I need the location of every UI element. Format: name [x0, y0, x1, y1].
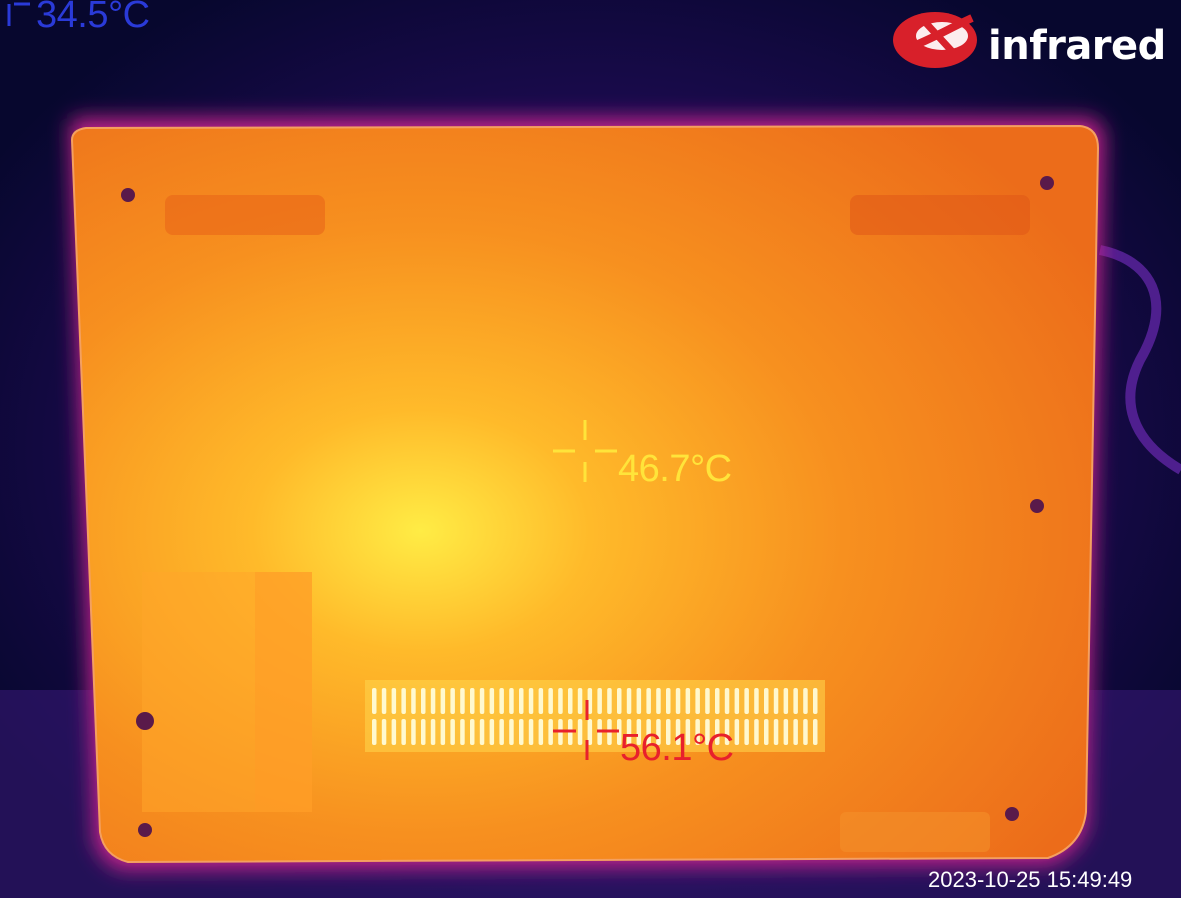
vent-slot: [548, 719, 553, 745]
vent-slot: [372, 688, 377, 714]
vent-slot: [813, 688, 818, 714]
vent-slot: [734, 688, 740, 714]
vent-slot: [685, 688, 691, 714]
vent-slot: [391, 719, 397, 745]
rubber-foot-bottom-right: [840, 812, 990, 852]
vent-slot: [793, 719, 798, 745]
max-temperature-label: 56.1°C: [620, 727, 734, 769]
vent-slot: [695, 688, 700, 714]
vent-slot: [558, 688, 563, 714]
vent-slot: [715, 688, 720, 714]
vent-slot: [538, 719, 544, 745]
vent-slot: [705, 688, 710, 714]
vent-slot: [577, 688, 583, 714]
vent-slot: [803, 688, 808, 714]
screw: [1040, 176, 1054, 190]
vent-slot: [675, 688, 681, 714]
screw: [138, 823, 152, 837]
vent-slot: [489, 719, 495, 745]
vent-slot: [773, 719, 779, 745]
min-temperature-label: 34.5°C: [36, 0, 150, 36]
vent-slot: [479, 719, 485, 745]
brand-name: infrared: [988, 23, 1166, 69]
center-temperature-label: 46.7°C: [618, 448, 732, 490]
vent-slot: [372, 719, 377, 745]
vent-slot: [460, 719, 465, 745]
vent-slot: [391, 688, 397, 714]
vent-slot: [440, 719, 446, 745]
vent-slot: [421, 688, 426, 714]
vent-slot: [617, 688, 622, 714]
infrared-logo-icon: [893, 12, 977, 68]
vent-slot: [440, 688, 446, 714]
vent-slot: [764, 719, 769, 745]
vent-slot: [528, 688, 534, 714]
vent-slot: [460, 688, 465, 714]
screw: [1030, 499, 1044, 513]
vent-slot: [499, 688, 504, 714]
vent-slot: [381, 688, 387, 714]
vent-slot: [744, 719, 749, 745]
vent-slot: [607, 688, 612, 714]
vent-slot: [724, 688, 730, 714]
screw: [136, 712, 154, 730]
vent-slot: [499, 719, 504, 745]
vent-slot: [381, 719, 387, 745]
vent-slot: [421, 719, 426, 745]
screw: [121, 188, 135, 202]
vent-slot: [401, 719, 406, 745]
vent-slot: [793, 688, 798, 714]
vent-slot: [597, 688, 602, 714]
vent-slot: [450, 688, 455, 714]
vent-slot: [744, 688, 749, 714]
thermal-image: [0, 0, 1181, 898]
vent-slot: [666, 688, 671, 714]
vent-slot: [538, 688, 544, 714]
vent-slot: [509, 719, 514, 745]
vent-slot: [783, 688, 789, 714]
vent-slot: [773, 688, 779, 714]
capture-timestamp: 2023-10-25 15:49:49: [928, 867, 1133, 892]
vent-slot: [479, 688, 485, 714]
vent-slot: [764, 688, 769, 714]
vent-slot: [519, 688, 524, 714]
vent-slot: [734, 719, 740, 745]
vent-slot: [509, 688, 514, 714]
vent-slot: [568, 688, 573, 714]
vent-slot: [636, 688, 642, 714]
rubber-foot-top-right: [850, 195, 1030, 235]
vent-slot: [656, 688, 661, 714]
ssd-cover-edge: [255, 572, 312, 812]
vent-slot: [626, 688, 632, 714]
vent-slot: [470, 688, 475, 714]
vent-slot: [401, 688, 406, 714]
vent-slot: [430, 719, 436, 745]
vent-slot: [813, 719, 818, 745]
vent-slot: [803, 719, 808, 745]
vent-slot: [577, 719, 583, 745]
screw: [1005, 807, 1019, 821]
vent-slot: [646, 688, 651, 714]
vent-slot: [519, 719, 524, 745]
vent-slot: [470, 719, 475, 745]
rubber-foot-top-left: [165, 195, 325, 235]
vent-slot: [411, 719, 416, 745]
vent-slot: [754, 719, 759, 745]
vent-slot: [411, 688, 416, 714]
vent-slot: [783, 719, 789, 745]
vent-slot: [548, 688, 553, 714]
vent-slot: [489, 688, 495, 714]
vent-slot: [430, 688, 436, 714]
vent-slot: [450, 719, 455, 745]
vent-slot: [528, 719, 534, 745]
vent-slot: [754, 688, 759, 714]
